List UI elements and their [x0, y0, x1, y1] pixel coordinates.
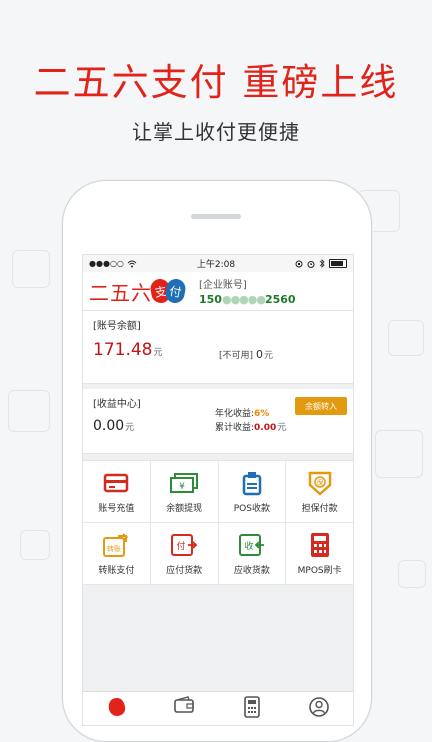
tab-home[interactable]: [102, 696, 132, 722]
mpos-icon: [305, 531, 335, 559]
user-icon: [309, 697, 330, 717]
annual-rate: 6%: [254, 409, 270, 419]
promo-subline: 让掌上收付更便捷: [132, 120, 300, 144]
guarantee-icon: 保: [305, 469, 335, 497]
wifi-icon: [127, 260, 137, 267]
app-header: 二五六 支 付 [企业账号] 150●●●●●2560: [83, 272, 353, 311]
svg-text:收: 收: [244, 540, 253, 552]
calculator-icon: [243, 696, 260, 718]
svg-text:保: 保: [316, 478, 323, 487]
accumulated-earnings: 0.00: [254, 423, 277, 433]
background-decoration: [8, 390, 50, 432]
payable-icon: 付: [169, 531, 199, 559]
grid-item-pos[interactable]: POS收款: [218, 461, 286, 522]
battery-icon: [329, 259, 347, 268]
account-number: 150●●●●●2560: [199, 293, 296, 306]
promo-headline: 二五六支付 重磅上线: [33, 61, 399, 104]
grid-item-receivable[interactable]: 收 应收货款: [218, 523, 286, 584]
grid-item-transfer[interactable]: 转账 转账支付: [83, 523, 150, 584]
receivable-icon: 收: [237, 531, 267, 559]
bluetooth-icon: [319, 259, 325, 268]
earnings-card[interactable]: [收益中心] 0.00元 年化收益:6% 累计收益:0.00元 余额转入: [83, 389, 353, 454]
pos-icon: [237, 469, 267, 497]
background-decoration: [375, 430, 423, 478]
app-logo: 二五六 支 付: [89, 277, 187, 306]
tab-wallet[interactable]: [169, 696, 199, 722]
home-b2b-icon: [108, 698, 125, 716]
account-mask: ●●●●●: [221, 293, 266, 306]
account-info: [企业账号] 150●●●●●2560: [199, 276, 296, 306]
transfer-in-button[interactable]: 余额转入: [295, 397, 347, 415]
status-time: 上午2:08: [196, 260, 236, 270]
tab-profile[interactable]: [304, 696, 334, 722]
function-grid: 账号充值 ¥ 余额提现 POS收款 保 担保付款 转账 转账支付 付 应付货款 …: [83, 460, 353, 585]
rotation-lock-icon: [295, 260, 303, 267]
wallet-icon: [174, 696, 195, 713]
balance-value: 171.48元: [93, 340, 163, 360]
background-decoration: [12, 250, 50, 288]
grid-item-mpos[interactable]: MPOS刷卡: [286, 523, 353, 584]
svg-text:付: 付: [177, 541, 186, 552]
unavailable-balance: [不可用] 0元: [219, 348, 274, 361]
earnings-rates: 年化收益:6% 累计收益:0.00元: [215, 409, 287, 433]
bottom-tab-bar: [83, 691, 353, 725]
logo-bubble-blue: 付: [164, 277, 187, 305]
tab-calculator[interactable]: [237, 696, 267, 722]
phone-speaker: [191, 214, 241, 219]
card-icon: [101, 469, 131, 497]
account-label: [企业账号]: [199, 280, 247, 291]
app-screen: ●●●○○ 上午2:08 二五六 支 付 [企业账号] 150●●●●●2560…: [82, 254, 354, 726]
background-decoration: [388, 320, 424, 356]
signal-icon: ●●●○○: [89, 259, 124, 268]
background-decoration: [20, 530, 50, 560]
svg-text:¥: ¥: [179, 482, 185, 492]
status-bar: ●●●○○ 上午2:08: [83, 255, 353, 272]
grid-item-withdraw[interactable]: ¥ 余额提现: [150, 461, 218, 522]
grid-item-recharge[interactable]: 账号充值: [83, 461, 150, 522]
alarm-icon: [307, 260, 315, 268]
cash-icon: ¥: [169, 469, 199, 497]
grid-item-guarantee[interactable]: 保 担保付款: [286, 461, 353, 522]
grid-item-payable[interactable]: 付 应付货款: [150, 523, 218, 584]
transfer-icon: 转账: [101, 531, 131, 559]
svg-text:转账: 转账: [107, 544, 121, 553]
balance-label: [账号余额]: [93, 321, 141, 332]
balance-card[interactable]: [账号余额] 171.48元 [不可用] 0元: [83, 311, 353, 384]
logo-text: 二五六: [89, 280, 152, 305]
background-decoration: [398, 560, 426, 588]
